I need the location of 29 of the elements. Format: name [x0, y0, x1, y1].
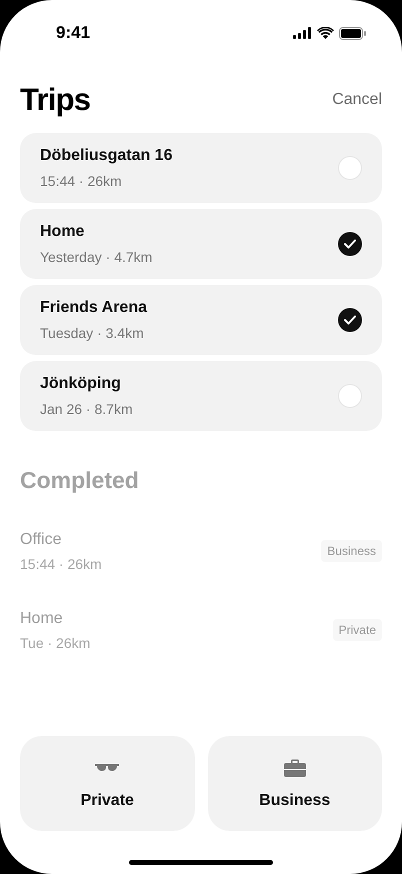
briefcase-icon — [284, 758, 306, 776]
trip-card[interactable]: Home Yesterday · 4.7km — [20, 209, 382, 279]
completed-trip-detail: Tue · 26km — [20, 634, 90, 652]
trip-name: Döbeliusgatan 16 — [40, 146, 172, 166]
page-title: Trips — [20, 80, 90, 119]
completed-trip-detail: 15:44 · 26km — [20, 554, 102, 574]
trip-card[interactable]: Döbeliusgatan 16 15:44 · 26km — [20, 133, 382, 203]
wifi-icon — [317, 27, 334, 39]
trip-name: Jönköping — [40, 374, 122, 394]
section-heading: Completed — [20, 466, 140, 495]
business-button[interactable]: Business — [208, 736, 382, 831]
completed-trip-name: Home — [20, 608, 64, 628]
category-tag: Private — [332, 619, 382, 641]
trip-detail: 15:44 · 26km — [40, 172, 123, 191]
cancel-button[interactable]: Cancel — [332, 88, 382, 112]
trip-card[interactable]: Jönköping Jan 26 · 8.7km — [20, 361, 382, 431]
trip-card[interactable]: Friends Arena Tuesday · 3.4km — [20, 285, 382, 355]
status-time: 9:41 — [56, 22, 90, 44]
trip-detail: Jan 26 · 8.7km — [40, 400, 133, 419]
completed-trip-name: Office — [20, 530, 62, 550]
battery-icon — [339, 26, 366, 40]
signal-icon — [293, 27, 312, 39]
trip-name: Friends Arena — [40, 298, 147, 318]
category-tag: Business — [321, 540, 382, 562]
trip-detail: Tuesday · 3.4km — [40, 324, 145, 343]
sunglasses-icon — [95, 762, 120, 772]
trip-detail: Yesterday · 4.7km — [40, 248, 152, 267]
private-button[interactable]: Private — [20, 736, 194, 831]
trip-name: Home — [40, 222, 86, 242]
